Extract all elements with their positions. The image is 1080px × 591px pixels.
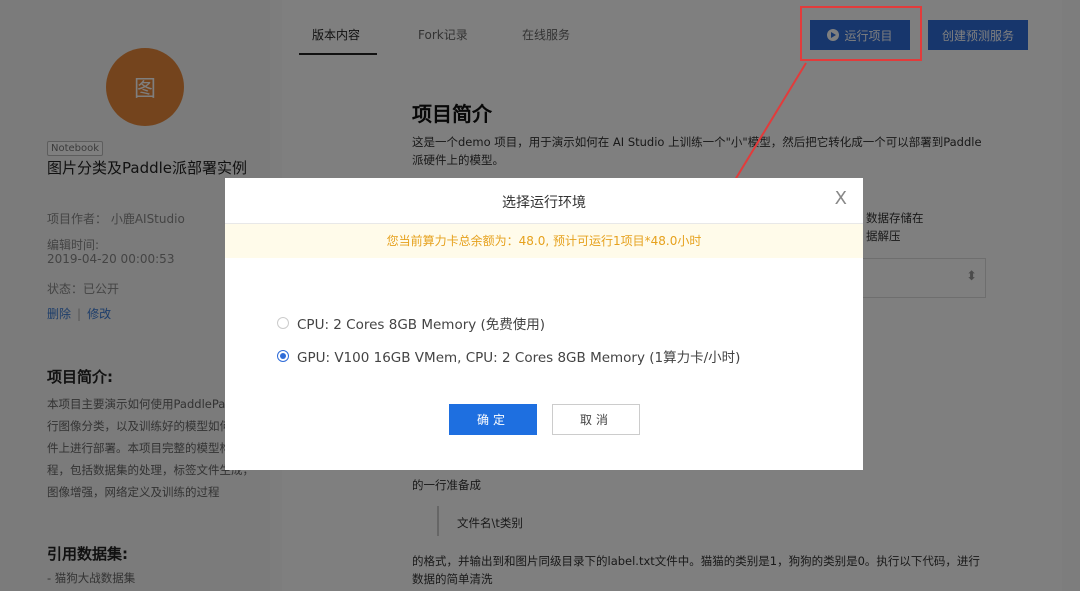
close-icon[interactable]: X	[835, 190, 847, 208]
cpu-option-label: CPU: 2 Cores 8GB Memory (免费使用)	[297, 317, 546, 333]
cancel-button[interactable]: 取消	[552, 404, 640, 435]
gpu-radio[interactable]	[277, 350, 289, 362]
gpu-option-label: GPU: V100 16GB VMem, CPU: 2 Cores 8GB Me…	[297, 350, 741, 366]
cpu-option[interactable]: CPU: 2 Cores 8GB Memory (免费使用)	[277, 313, 545, 333]
dialog-title: 选择运行环境	[502, 195, 586, 211]
annotation-highlight-box	[800, 6, 922, 61]
gpu-option[interactable]: GPU: V100 16GB VMem, CPU: 2 Cores 8GB Me…	[277, 346, 740, 366]
run-environment-dialog: 选择运行环境 X 您当前算力卡总余额为：48.0, 预计可运行1项目*48.0小…	[225, 178, 863, 470]
cpu-radio[interactable]	[277, 317, 289, 329]
balance-notice: 您当前算力卡总余额为：48.0, 预计可运行1项目*48.0小时	[225, 224, 863, 258]
confirm-button[interactable]: 确定	[449, 404, 537, 435]
dialog-header: 选择运行环境 X	[225, 178, 863, 224]
